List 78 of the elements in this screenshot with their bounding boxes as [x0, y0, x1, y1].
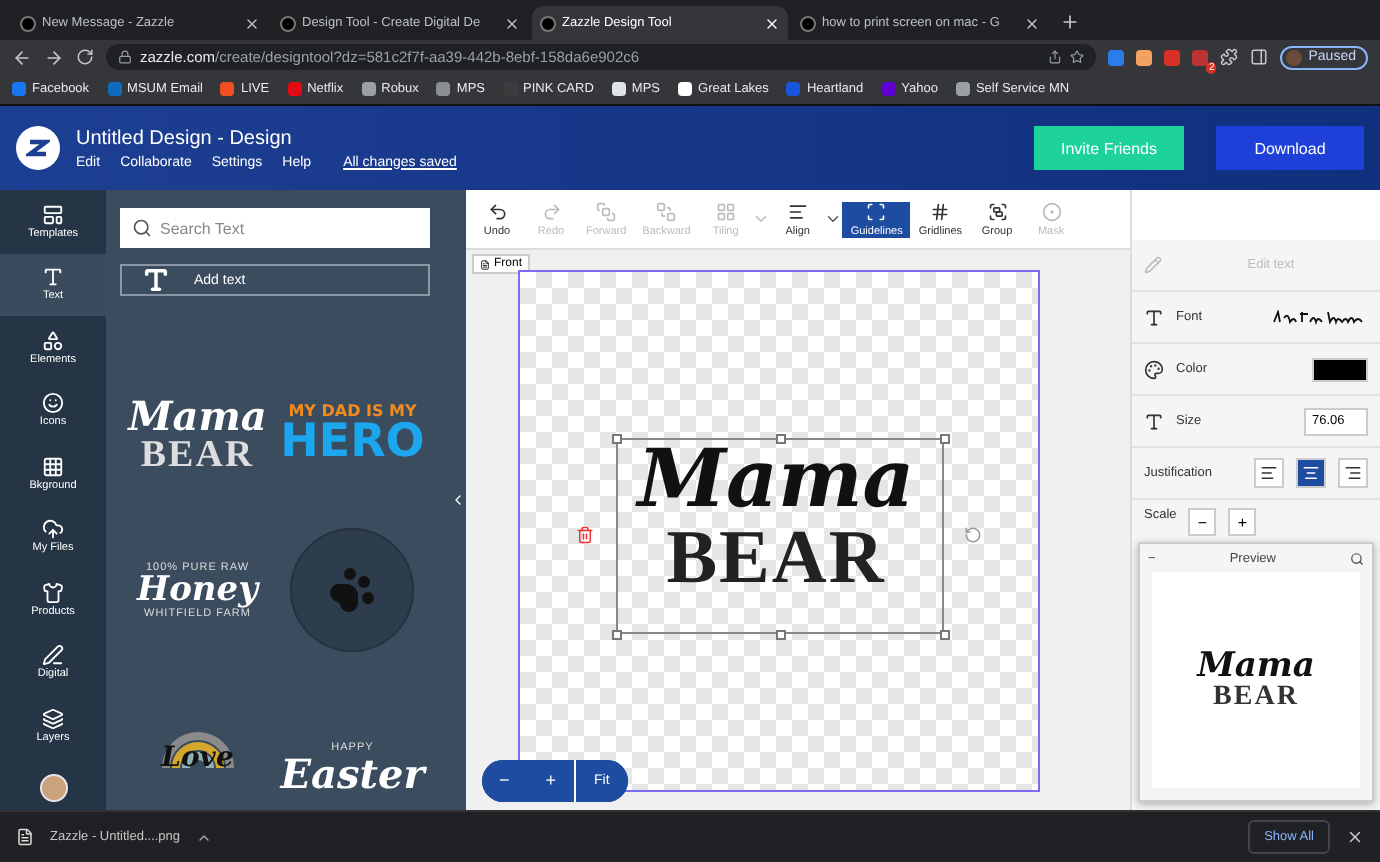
forward-icon[interactable]	[44, 47, 64, 67]
text-template-card[interactable]: Mama BEAR	[120, 356, 275, 512]
justify-button[interactable]	[1254, 458, 1284, 488]
undo-icon	[487, 201, 507, 221]
color-swatch[interactable]	[1312, 357, 1368, 381]
frame-corners-icon	[866, 201, 887, 221]
pencil-icon	[1144, 256, 1162, 274]
search-icon	[132, 218, 152, 238]
new-tab-icon[interactable]	[1060, 12, 1080, 32]
align-right-icon	[1344, 464, 1362, 482]
share-icon[interactable]	[1048, 50, 1063, 64]
caret-icon[interactable]	[824, 210, 843, 228]
search-icon[interactable]	[1350, 551, 1364, 565]
close-icon[interactable]	[504, 15, 520, 31]
scale-down-button[interactable]: −	[1188, 508, 1217, 536]
pen-icon	[42, 644, 64, 667]
delete-icon[interactable]	[575, 525, 593, 543]
smiley-icon	[42, 392, 64, 415]
reload-icon[interactable]	[76, 48, 94, 66]
side-panel-icon[interactable]	[1250, 48, 1269, 66]
file-icon	[16, 828, 34, 846]
logo-icon[interactable]	[16, 126, 60, 170]
layers-icon	[42, 707, 64, 730]
tab-favicon	[540, 15, 556, 31]
design-subtitle[interactable]: BEAR	[666, 520, 886, 596]
text-icon	[42, 266, 64, 289]
justify-button[interactable]	[1338, 458, 1368, 488]
align-left-icon	[1260, 464, 1278, 482]
shapes-icon	[42, 329, 64, 352]
align-icon	[787, 201, 808, 221]
group-icon	[987, 201, 1008, 221]
lock-icon	[118, 50, 132, 64]
text-template-card[interactable]: MY DAD IS MY HERO	[275, 356, 430, 512]
avatar[interactable]	[39, 773, 67, 801]
justify-button[interactable]	[1296, 458, 1326, 488]
tiles-icon	[715, 201, 736, 221]
font-icon	[1144, 307, 1164, 327]
preview-subtitle-text: BEAR	[1213, 683, 1299, 711]
template-title: MY DAD IS MY	[288, 403, 417, 419]
template-subtitle: HERO	[280, 419, 425, 465]
cloud-upload-icon	[42, 518, 64, 541]
template-title: Mama	[128, 395, 267, 435]
layout-icon	[42, 203, 64, 226]
palette-icon	[1144, 359, 1164, 379]
chevron-left-icon	[450, 492, 466, 508]
circle-icon	[1041, 201, 1062, 221]
grid-icon	[42, 455, 64, 478]
tab-favicon	[280, 15, 296, 31]
template-subtitle: BEAR	[140, 435, 255, 473]
download-button[interactable]: Download	[1216, 126, 1364, 170]
font-sample-drawing[interactable]	[1272, 309, 1368, 325]
tab-favicon	[800, 15, 816, 31]
size-icon	[1144, 411, 1164, 431]
close-icon[interactable]	[244, 15, 260, 31]
selection-box[interactable]	[615, 437, 943, 633]
extensions-icon[interactable]	[1220, 48, 1239, 66]
template-title: Easter	[280, 754, 425, 794]
back-icon[interactable]	[12, 47, 32, 67]
star-icon[interactable]	[1070, 50, 1085, 64]
close-icon[interactable]	[1024, 15, 1040, 31]
redo-icon	[541, 201, 561, 221]
design-title: Untitled Design - Design	[76, 127, 294, 149]
send-backward-icon	[656, 201, 677, 221]
file-icon	[480, 259, 490, 269]
rotate-icon[interactable]	[963, 525, 981, 543]
design-title[interactable]: Mama	[637, 440, 915, 520]
search-field[interactable]: Search Text	[120, 208, 430, 248]
bring-forward-icon	[596, 201, 617, 221]
text-icon	[142, 266, 170, 294]
tab-favicon	[20, 15, 36, 31]
scale-up-button[interactable]: +	[1228, 508, 1257, 536]
align-center-icon	[1302, 464, 1320, 482]
template-title: Honey	[137, 573, 258, 607]
hash-icon	[930, 201, 951, 221]
preview-title-text: Mama	[1197, 649, 1315, 683]
collapse-handle[interactable]	[450, 190, 466, 810]
close-icon[interactable]	[1346, 828, 1364, 846]
shirt-icon	[42, 581, 64, 604]
